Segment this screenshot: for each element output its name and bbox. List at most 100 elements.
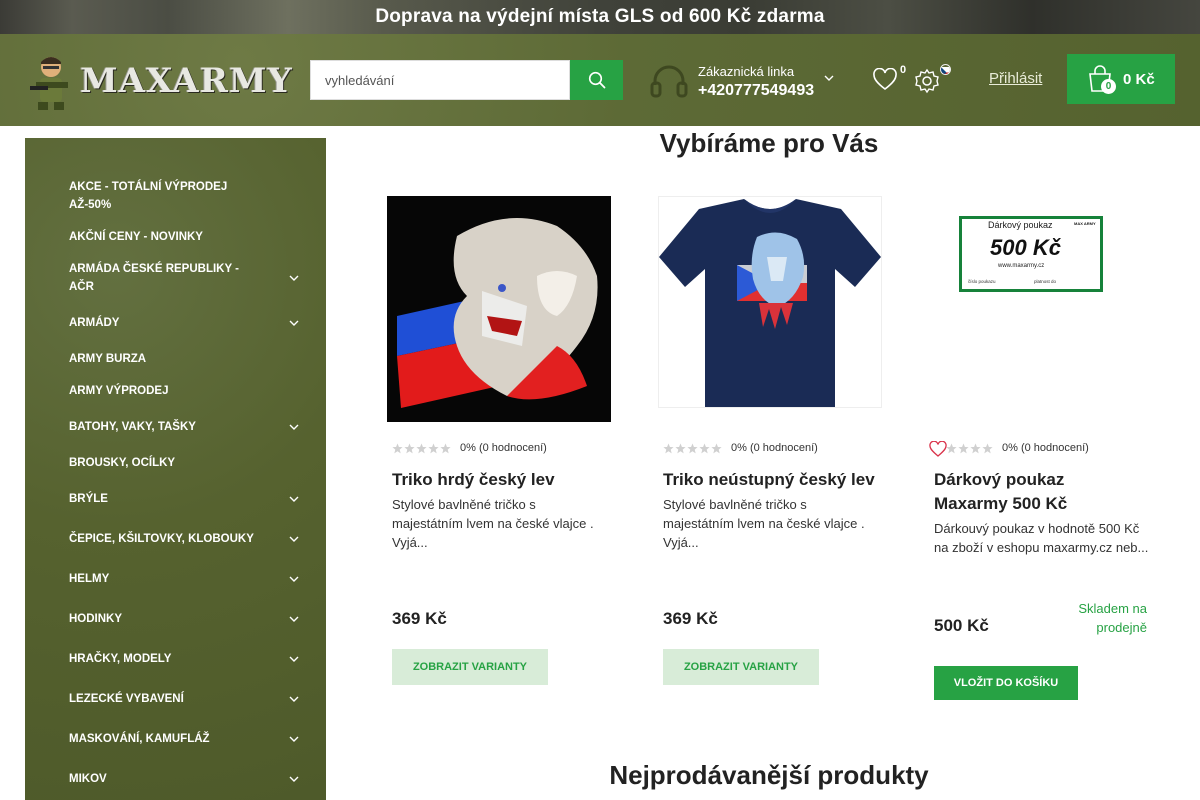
sidebar-item-label: AKCE - TOTÁLNÍ VÝPRODEJ AŽ-50%	[69, 181, 228, 211]
soldier-mascot-icon	[30, 52, 74, 110]
star-icon	[982, 443, 993, 453]
star-icon	[711, 443, 722, 453]
gear-icon	[915, 68, 939, 94]
chevron-down-icon[interactable]	[289, 494, 299, 504]
star-icon	[440, 443, 451, 453]
heart-icon	[929, 440, 947, 457]
sidebar-item-label: ARMY VÝPRODEJ	[69, 385, 169, 397]
wishlist-count: 0	[900, 64, 907, 76]
star-icon	[699, 443, 710, 453]
rating-text: 0% (0 hodnocení)	[731, 442, 818, 454]
product-rating: 0% (0 hodnocení)	[946, 442, 1089, 454]
shipping-banner: Doprava na výdejní místa GLS od 600 Kč z…	[0, 0, 1200, 34]
cart-count-badge: 0	[1101, 79, 1116, 94]
site-header: MAXARMY Zákaznická linka +420777549493 0	[0, 34, 1200, 126]
rating-stars	[663, 443, 722, 454]
sidebar-item-label: BRÝLE	[69, 493, 108, 505]
product-description: Dárkouvý poukaz v hodnotě 500 Kč na zbož…	[934, 521, 1149, 555]
sidebar-item-akce[interactable]: AKCE - TOTÁLNÍ VÝPRODEJ AŽ-50%	[69, 178, 299, 214]
product-price: 500 Kč	[934, 616, 989, 635]
sidebar-item-army-vyprodej[interactable]: ARMY VÝPRODEJ	[69, 382, 299, 400]
product-title[interactable]: Triko neústupný český lev	[663, 468, 883, 492]
sidebar-item-label: ARMÁDA ČESKÉ REPUBLIKY - AČR	[69, 263, 239, 293]
chevron-down-icon[interactable]	[289, 318, 299, 328]
add-to-wishlist-button[interactable]	[929, 440, 947, 462]
star-icon	[970, 443, 981, 453]
sidebar-item-hodinky[interactable]: HODINKY	[69, 610, 299, 628]
product-image[interactable]: Dárkový poukaz MAX ARMY 500 Kč www.maxar…	[959, 216, 1103, 292]
sidebar-item-armady[interactable]: ARMÁDY	[69, 314, 299, 332]
product-title[interactable]: Triko hrdý český lev	[392, 468, 607, 492]
sidebar-item-maskovani[interactable]: MASKOVÁNÍ, KAMUFLÁŽ	[69, 730, 299, 748]
heart-icon	[873, 67, 897, 91]
chevron-down-icon[interactable]	[289, 422, 299, 432]
show-variants-button[interactable]: ZOBRAZIT VARIANTY	[663, 649, 819, 685]
logo-wordmark: MAXARMY	[80, 61, 293, 101]
search-button[interactable]	[570, 60, 623, 100]
sidebar-item-label: ARMY BURZA	[69, 353, 147, 365]
chevron-down-icon[interactable]	[289, 534, 299, 544]
sidebar-item-hracky[interactable]: HRAČKY, MODELY	[69, 650, 299, 668]
rating-text: 0% (0 hodnocení)	[460, 442, 547, 454]
wishlist-button[interactable]: 0	[872, 64, 912, 98]
sidebar-item-label: LEZECKÉ VYBAVENÍ	[69, 693, 184, 705]
voucher-number-label: číslo poukazu	[968, 279, 996, 284]
product-image[interactable]	[658, 196, 882, 408]
sidebar-item-akcni-ceny[interactable]: AKČNÍ CENY - NOVINKY	[69, 228, 299, 246]
sidebar-item-acr[interactable]: ARMÁDA ČESKÉ REPUBLIKY - AČR	[69, 260, 299, 296]
product-image[interactable]	[387, 196, 611, 422]
voucher-validity-label: platnost do	[1034, 279, 1057, 284]
voucher-amount: 500 Kč	[990, 235, 1061, 260]
shopping-bag-icon: 0	[1087, 65, 1116, 94]
star-icon	[675, 443, 686, 453]
chevron-down-icon[interactable]	[289, 694, 299, 704]
show-variants-button[interactable]: ZOBRAZIT VARIANTY	[392, 649, 548, 685]
chevron-down-icon[interactable]	[289, 273, 299, 283]
login-link[interactable]: Přihlásit	[989, 70, 1042, 87]
cart-total: 0 Kč	[1123, 70, 1155, 88]
customer-support[interactable]: Zákaznická linka +420777549493	[650, 60, 850, 104]
support-phone[interactable]: +420777549493	[698, 82, 814, 100]
rating-text: 0% (0 hodnocení)	[1002, 442, 1089, 454]
search-bar	[310, 60, 623, 100]
chevron-down-icon[interactable]	[289, 574, 299, 584]
sidebar-item-label: MASKOVÁNÍ, KAMUFLÁŽ	[69, 733, 210, 745]
add-to-cart-button[interactable]: VLOŽIT DO KOŠÍKU	[934, 666, 1078, 700]
chevron-down-icon[interactable]	[289, 614, 299, 624]
czech-flag-icon[interactable]	[940, 64, 951, 75]
chevron-down-icon[interactable]	[289, 734, 299, 744]
headset-icon	[650, 65, 688, 98]
sidebar-item-label: BATOHY, VAKY, TAŠKY	[69, 421, 196, 433]
site-logo[interactable]: MAXARMY	[30, 50, 292, 112]
support-label: Zákaznická linka	[698, 64, 795, 79]
product-price: 369 Kč	[663, 609, 718, 628]
sidebar-item-mikov[interactable]: MIKOV	[69, 770, 299, 788]
star-icon	[392, 443, 403, 453]
cart-button[interactable]: 0 0 Kč	[1067, 54, 1175, 104]
sidebar-item-helmy[interactable]: HELMY	[69, 570, 299, 588]
sidebar-item-lezecke[interactable]: LEZECKÉ VYBAVENÍ	[69, 690, 299, 708]
sidebar-item-label: ČEPICE, KŠILTOVKY, KLOBOUKY	[69, 533, 254, 545]
sidebar-item-label: HRAČKY, MODELY	[69, 653, 172, 665]
chevron-down-icon[interactable]	[289, 774, 299, 784]
product-title[interactable]: Dárkový poukaz Maxarmy 500 Kč	[934, 468, 1134, 516]
sidebar-item-label: HODINKY	[69, 613, 123, 625]
banner-text: Doprava na výdejní místa GLS od 600 Kč z…	[375, 6, 825, 27]
product-price: 369 Kč	[392, 609, 447, 628]
sidebar-item-label: BROUSKY, OCÍLKY	[69, 457, 176, 469]
star-icon	[416, 443, 427, 453]
sidebar-item-label: AKČNÍ CENY - NOVINKY	[69, 231, 203, 243]
product-description: Stylové bavlněné tričko s majestátním lv…	[663, 497, 865, 550]
sidebar-item-army-burza[interactable]: ARMY BURZA	[69, 350, 299, 368]
chevron-down-icon[interactable]	[289, 654, 299, 664]
sidebar-item-brousky[interactable]: BROUSKY, OCÍLKY	[69, 454, 299, 472]
star-icon	[958, 443, 969, 453]
chevron-down-icon[interactable]	[824, 74, 834, 82]
sidebar-item-batohy[interactable]: BATOHY, VAKY, TAŠKY	[69, 418, 299, 436]
sidebar-item-cepice[interactable]: ČEPICE, KŠILTOVKY, KLOBOUKY	[69, 530, 299, 548]
category-sidebar: AKCE - TOTÁLNÍ VÝPRODEJ AŽ-50% AKČNÍ CEN…	[25, 138, 326, 800]
search-input[interactable]	[310, 60, 570, 100]
sidebar-item-bryle[interactable]: BRÝLE	[69, 490, 299, 508]
sidebar-item-label: HELMY	[69, 573, 110, 585]
rating-stars	[392, 443, 451, 454]
